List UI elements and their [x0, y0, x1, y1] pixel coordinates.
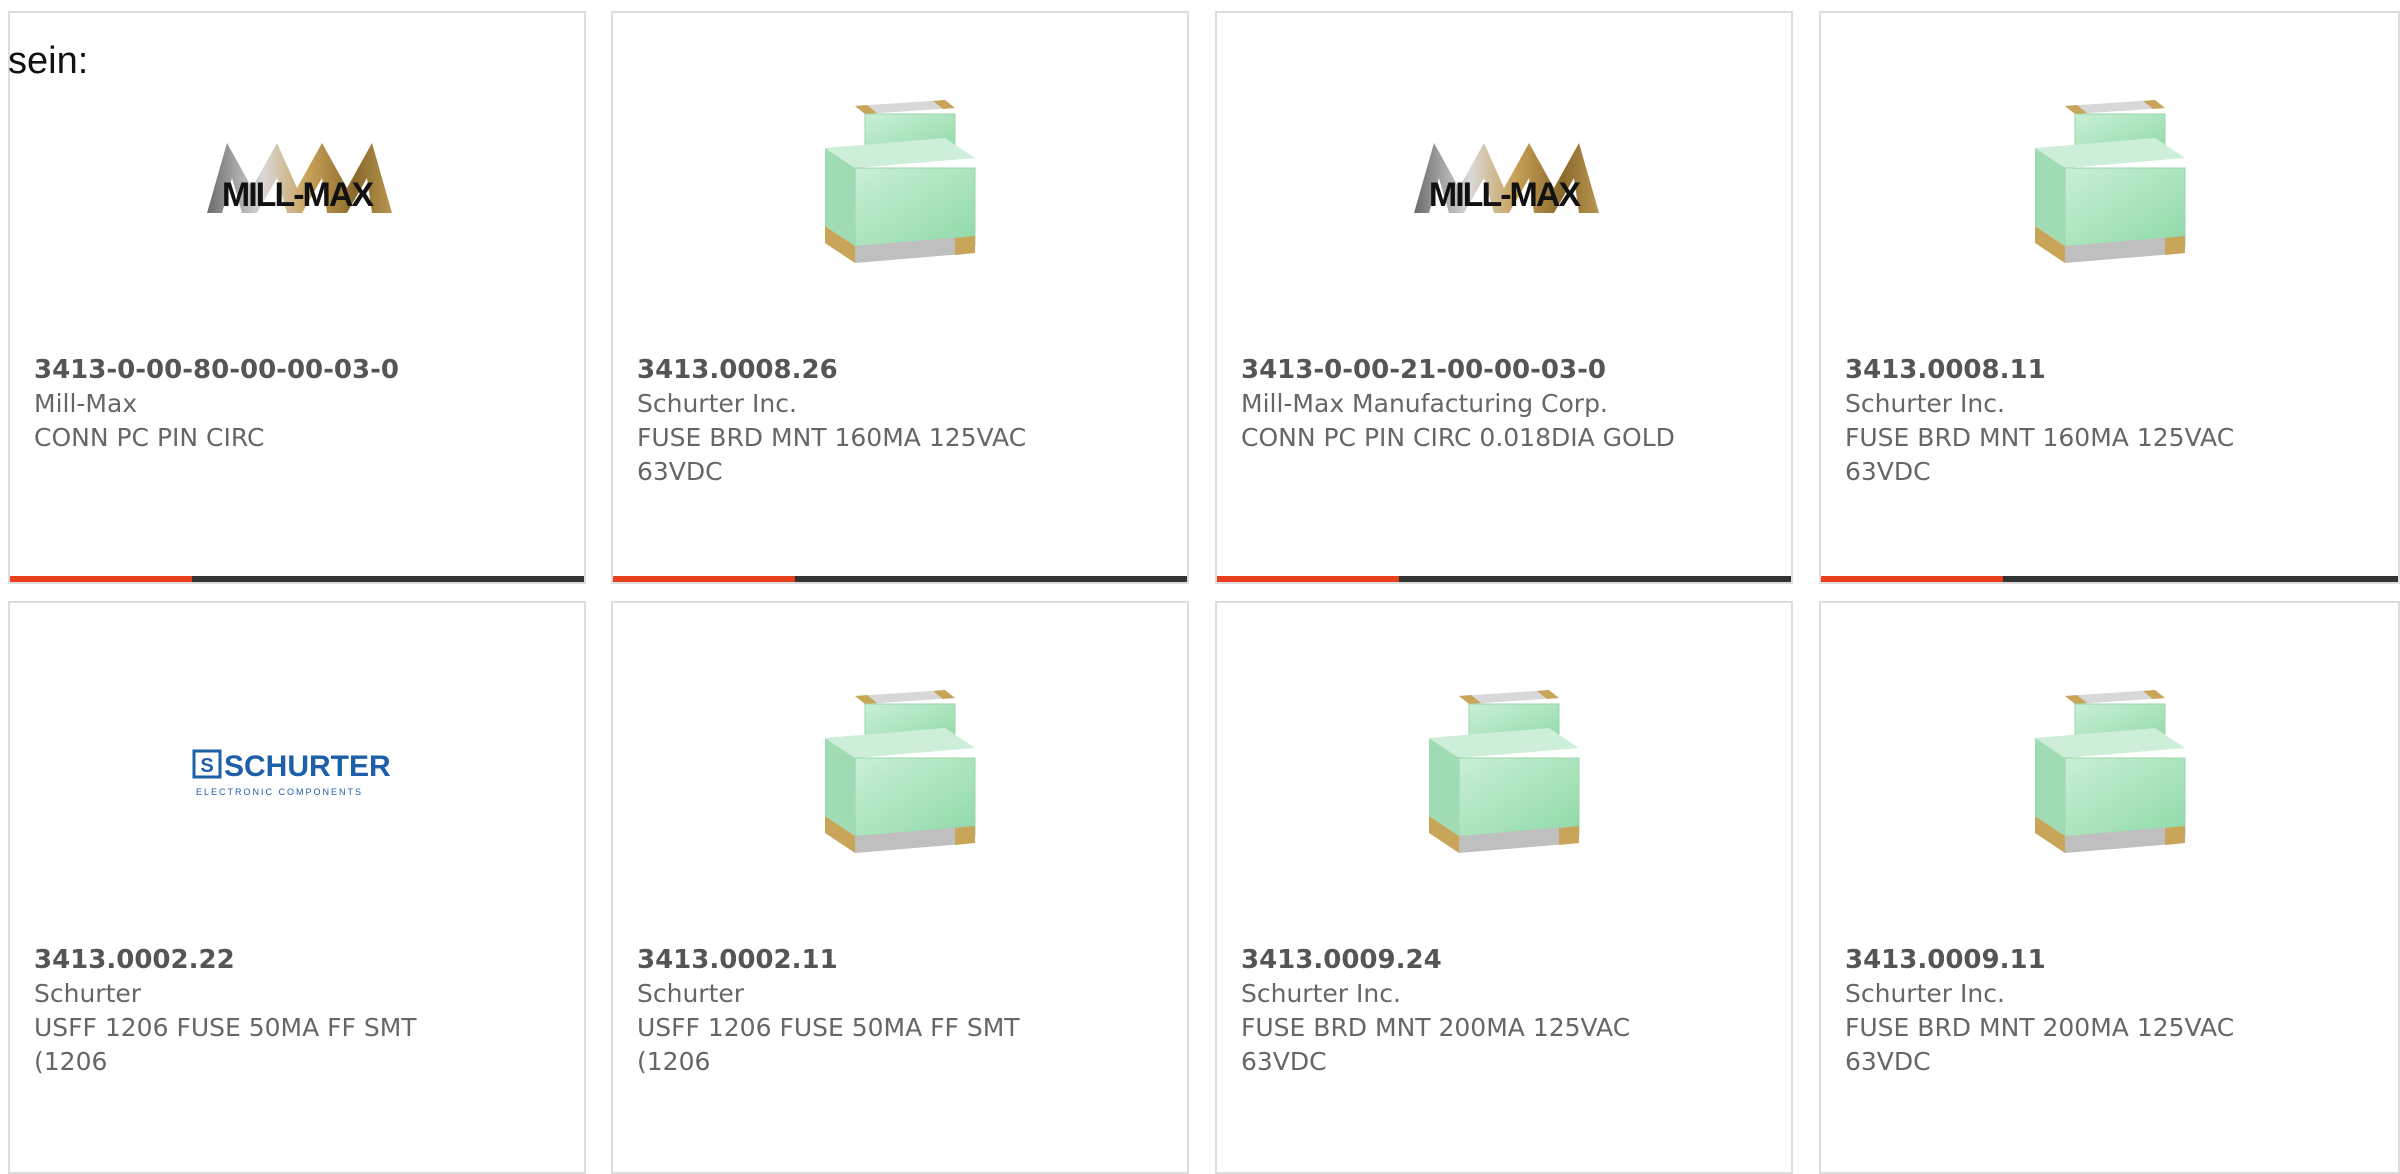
manufacturer: Schurter Inc. — [1845, 389, 2005, 418]
part-number[interactable]: 3413.0002.22 — [34, 943, 564, 977]
product-image — [1821, 53, 2398, 313]
fuse-icon — [1429, 690, 1580, 853]
description: FUSE BRD MNT 200MA 125VAC 63VDC — [1241, 1013, 1631, 1076]
svg-text:S: S — [200, 755, 213, 777]
progress-bar — [10, 576, 584, 582]
description: CONN PC PIN CIRC — [34, 423, 265, 452]
mill-max-logo: MILL-MAX — [207, 143, 392, 214]
progress-bar-accent — [1217, 576, 1399, 582]
product-image — [613, 643, 1187, 903]
product-card[interactable]: 3413.0009.11 Schurter Inc. FUSE BRD MNT … — [1819, 601, 2400, 1174]
manufacturer: Schurter Inc. — [637, 389, 797, 418]
svg-text:MILL-MAX: MILL-MAX — [222, 176, 375, 214]
product-card[interactable]: 3413.0002.11 Schurter USFF 1206 FUSE 50M… — [611, 601, 1189, 1174]
mill-max-logo: MILL-MAX — [1414, 143, 1599, 214]
description: FUSE BRD MNT 160MA 125VAC 63VDC — [637, 423, 1027, 486]
description: USFF 1206 FUSE 50MA FF SMT (1206 — [34, 1013, 417, 1076]
part-number[interactable]: 3413.0009.24 — [1241, 943, 1771, 977]
description: USFF 1206 FUSE 50MA FF SMT (1206 — [637, 1013, 1020, 1076]
manufacturer: Mill-Max — [34, 389, 138, 418]
manufacturer: Schurter — [637, 979, 745, 1008]
fuse-icon — [2034, 690, 2185, 853]
product-image — [613, 53, 1187, 313]
part-number[interactable]: 3413.0008.26 — [637, 353, 1167, 387]
product-card[interactable]: MILL-MAX 3413-0-00-21-00-00-03-0 Mill-Ma… — [1215, 11, 1793, 584]
part-number[interactable]: 3413.0009.11 — [1845, 943, 2378, 977]
part-number[interactable]: 3413.0002.11 — [637, 943, 1167, 977]
manufacturer: Mill-Max Manufacturing Corp. — [1241, 389, 1608, 418]
manufacturer: Schurter Inc. — [1241, 979, 1401, 1008]
fuse-icon — [2034, 100, 2185, 263]
product-card[interactable]: 3413.0009.24 Schurter Inc. FUSE BRD MNT … — [1215, 601, 1793, 1174]
progress-bar — [1217, 576, 1791, 582]
product-image — [1821, 643, 2398, 903]
description: FUSE BRD MNT 200MA 125VAC 63VDC — [1845, 1013, 2235, 1076]
schurter-logo: S SCHURTER ELECTRONIC COMPONENTS — [192, 749, 391, 797]
progress-bar — [613, 576, 1187, 582]
part-number[interactable]: 3413-0-00-80-00-00-03-0 — [34, 353, 564, 387]
product-card[interactable]: S SCHURTER ELECTRONIC COMPONENTS 3413.00… — [8, 601, 586, 1174]
product-grid: MILL-MAX 3413-0-00-80-00-00-03-0 Mill-Ma… — [0, 0, 2400, 1174]
product-image: MILL-MAX — [1217, 53, 1791, 313]
page-label: sein: — [8, 40, 89, 82]
svg-text:SCHURTER: SCHURTER — [224, 750, 391, 783]
progress-bar-accent — [613, 576, 795, 582]
fuse-icon — [825, 100, 976, 263]
manufacturer: Schurter Inc. — [1845, 979, 2005, 1008]
product-image: MILL-MAX — [10, 53, 584, 313]
product-image — [1217, 643, 1791, 903]
product-card[interactable]: 3413.0008.11 Schurter Inc. FUSE BRD MNT … — [1819, 11, 2400, 584]
product-card[interactable]: MILL-MAX 3413-0-00-80-00-00-03-0 Mill-Ma… — [8, 11, 586, 584]
manufacturer: Schurter — [34, 979, 142, 1008]
product-image: S SCHURTER ELECTRONIC COMPONENTS — [10, 643, 584, 903]
progress-bar — [1821, 576, 2398, 582]
description: CONN PC PIN CIRC 0.018DIA GOLD — [1241, 423, 1675, 452]
part-number[interactable]: 3413.0008.11 — [1845, 353, 2378, 387]
svg-text:MILL-MAX: MILL-MAX — [1429, 176, 1582, 214]
part-number[interactable]: 3413-0-00-21-00-00-03-0 — [1241, 353, 1771, 387]
progress-bar-accent — [10, 576, 192, 582]
fuse-icon — [825, 690, 976, 853]
svg-text:ELECTRONIC COMPONENTS: ELECTRONIC COMPONENTS — [196, 787, 363, 797]
description: FUSE BRD MNT 160MA 125VAC 63VDC — [1845, 423, 2235, 486]
progress-bar-accent — [1821, 576, 2003, 582]
product-card[interactable]: 3413.0008.26 Schurter Inc. FUSE BRD MNT … — [611, 11, 1189, 584]
